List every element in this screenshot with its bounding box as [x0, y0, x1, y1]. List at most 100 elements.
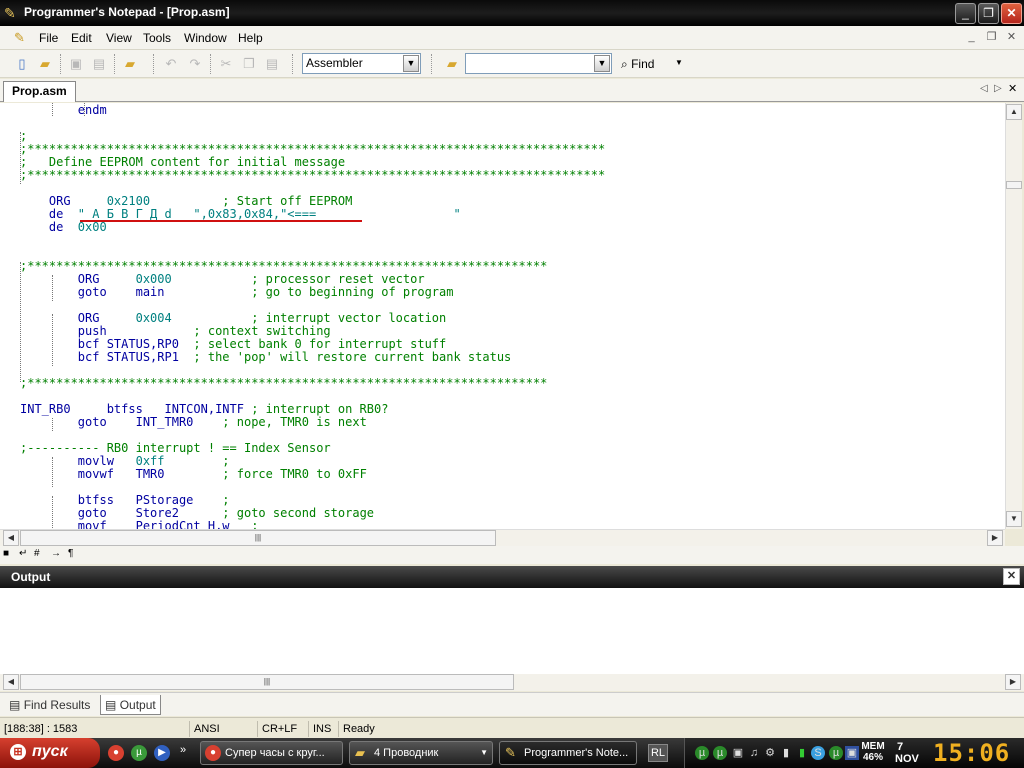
tab-scroll-right-icon[interactable]: ▷ — [994, 83, 1002, 94]
open-file-icon[interactable]: ▰ — [36, 55, 54, 73]
media-player-icon[interactable]: ▶ — [154, 745, 170, 761]
line-numbers-icon[interactable]: # — [34, 548, 40, 559]
menu-tools[interactable]: Tools — [143, 31, 171, 45]
code-line: goto INT_TMR0 ; nope, TMR0 is next — [20, 416, 367, 429]
minimize-button[interactable]: _ — [955, 3, 976, 24]
output-horizontal-scrollbar[interactable]: ◀ ||| ▶ — [0, 674, 1024, 691]
open-folder-icon[interactable]: ▰ — [121, 55, 139, 73]
language-indicator[interactable]: RL — [648, 744, 668, 762]
window-title: Programmer's Notepad - [Prop.asm] — [24, 5, 230, 19]
output-icon: ▤ — [105, 698, 117, 712]
tab-prop-asm[interactable]: Prop.asm — [3, 81, 76, 102]
output-panel-body[interactable] — [0, 588, 1024, 674]
utorrent-tray-icon[interactable]: µ — [713, 746, 727, 760]
menu-file[interactable]: File — [39, 31, 58, 45]
app-icon: ✎ — [4, 5, 16, 21]
task-programmers-notepad[interactable]: ✎ Programmer's Note... — [499, 741, 637, 765]
scroll-thumb[interactable]: ||| — [20, 530, 496, 546]
new-file-icon[interactable]: ▯ — [13, 55, 31, 73]
status-icon[interactable]: ▮ — [795, 746, 809, 760]
copy-icon[interactable]: ❐ — [240, 55, 258, 73]
scroll-up-icon[interactable]: ▲ — [1006, 104, 1022, 120]
memory-indicator: МЕМ 46% — [861, 741, 885, 763]
volume-icon[interactable]: ♫ — [747, 746, 761, 760]
save-all-icon[interactable]: ▤ — [90, 55, 108, 73]
code-editor[interactable]: endm; ;**********************************… — [0, 103, 1005, 529]
editor-view-toolbar: ■ ↵ # → ¶ — [0, 546, 1024, 564]
scroll-right-icon[interactable]: ▶ — [1005, 674, 1021, 690]
code-token: movf PeriodCnt_H,w — [20, 519, 252, 530]
find-in-files-icon[interactable]: ▰ — [443, 55, 461, 73]
code-token: endm — [20, 103, 107, 117]
code-token: push — [20, 324, 136, 338]
horizontal-scrollbar[interactable]: ◀ ||| ▶ — [0, 529, 1005, 546]
undo-icon[interactable]: ↶ — [162, 55, 180, 73]
tab-find-results-label: Find Results — [23, 698, 91, 712]
utorrent-icon[interactable]: µ — [131, 745, 147, 761]
save-icon[interactable]: ▣ — [67, 55, 85, 73]
title-bar: ✎ Programmer's Notepad - [Prop.asm] _ ❐ … — [0, 0, 1024, 26]
skype-icon[interactable]: S — [811, 746, 825, 760]
chrome-icon[interactable]: ● — [108, 745, 124, 761]
scheme-select[interactable]: Assembler ▼ — [302, 53, 421, 74]
code-token: " А Б В Г Д d ",0x83,0x84,"<=== " — [77, 207, 461, 221]
view-mode-icon[interactable]: ■ — [3, 548, 9, 559]
battery-icon[interactable]: ▮ — [779, 746, 793, 760]
close-button[interactable]: ✕ — [1001, 3, 1022, 24]
code-token: ORG — [20, 272, 136, 286]
menu-edit[interactable]: Edit — [71, 31, 92, 45]
mdi-close-button[interactable]: ✕ — [1003, 30, 1020, 46]
scroll-thumb[interactable] — [1006, 181, 1022, 189]
start-label: пуск — [32, 743, 68, 760]
chevron-down-icon[interactable]: ▼ — [403, 55, 419, 72]
menu-view[interactable]: View — [106, 31, 132, 45]
scroll-left-icon[interactable]: ◀ — [3, 530, 19, 546]
toolbar-separator — [153, 54, 155, 74]
code-token: ; go to beginning of program — [251, 285, 454, 299]
search-combo[interactable]: ▼ — [465, 53, 612, 74]
mdi-minimize-button[interactable]: _ — [963, 30, 980, 46]
scroll-thumb[interactable]: ||| — [20, 674, 514, 690]
display-icon[interactable]: ▣ — [845, 746, 859, 760]
chevron-down-icon[interactable]: ▼ — [594, 55, 610, 72]
network-icon[interactable]: ▣ — [731, 746, 745, 760]
code-token: goto INT_TMR0 — [20, 415, 223, 429]
code-token: ; nope, TMR0 is next — [222, 415, 367, 429]
quicklaunch-more-icon[interactable]: » — [180, 744, 186, 756]
vertical-scrollbar[interactable]: ▲ ▼ — [1005, 103, 1022, 529]
binoculars-icon: ⌕ — [621, 57, 628, 71]
maximize-button[interactable]: ❐ — [978, 3, 999, 24]
scroll-right-icon[interactable]: ▶ — [987, 530, 1003, 546]
find-dropdown-icon[interactable]: ▼ — [675, 58, 683, 67]
clock[interactable]: 15:06 — [933, 739, 1010, 767]
output-panel-header: Output ✕ — [0, 566, 1024, 588]
mdi-restore-button[interactable]: ❐ — [983, 30, 1000, 46]
tab-find-results[interactable]: ▤ Find Results — [5, 695, 94, 715]
paragraph-icon[interactable]: ¶ — [68, 548, 73, 559]
tab-scroll-left-icon[interactable]: ◁ — [980, 83, 988, 94]
paste-icon[interactable]: ▤ — [263, 55, 281, 73]
cut-icon[interactable]: ✂ — [217, 55, 235, 73]
hardware-icon[interactable]: ⚙ — [763, 746, 777, 760]
whitespace-icon[interactable]: → — [51, 548, 61, 559]
tab-close-icon[interactable]: ✕ — [1008, 82, 1017, 95]
redo-icon[interactable]: ↷ — [186, 55, 204, 73]
menu-window[interactable]: Window — [184, 31, 227, 45]
output-close-icon[interactable]: ✕ — [1003, 568, 1020, 585]
code-token: ; — [20, 129, 28, 143]
word-wrap-icon[interactable]: ↵ — [19, 548, 27, 559]
tab-output[interactable]: ▤ Output — [100, 695, 161, 715]
find-button[interactable]: ⌕ Find — [621, 57, 654, 72]
start-button[interactable]: ⊞ пуск — [0, 738, 100, 768]
scheme-select-value: Assembler — [306, 56, 363, 70]
task-explorer[interactable]: ▰ 4 Проводник ▼ — [349, 741, 493, 765]
find-label: Find — [631, 57, 655, 71]
output-tab-bar: ▤ Find Results ▤ Output — [0, 692, 1024, 716]
menu-help[interactable]: Help — [238, 31, 263, 45]
utorrent-tray-icon[interactable]: µ — [829, 746, 843, 760]
scroll-left-icon[interactable]: ◀ — [3, 674, 19, 690]
task-explorer-label: 4 Проводник — [374, 747, 439, 759]
scroll-down-icon[interactable]: ▼ — [1006, 511, 1022, 527]
utorrent-tray-icon[interactable]: µ — [695, 746, 709, 760]
task-chrome[interactable]: ● Супер часы с круг... — [200, 741, 343, 765]
